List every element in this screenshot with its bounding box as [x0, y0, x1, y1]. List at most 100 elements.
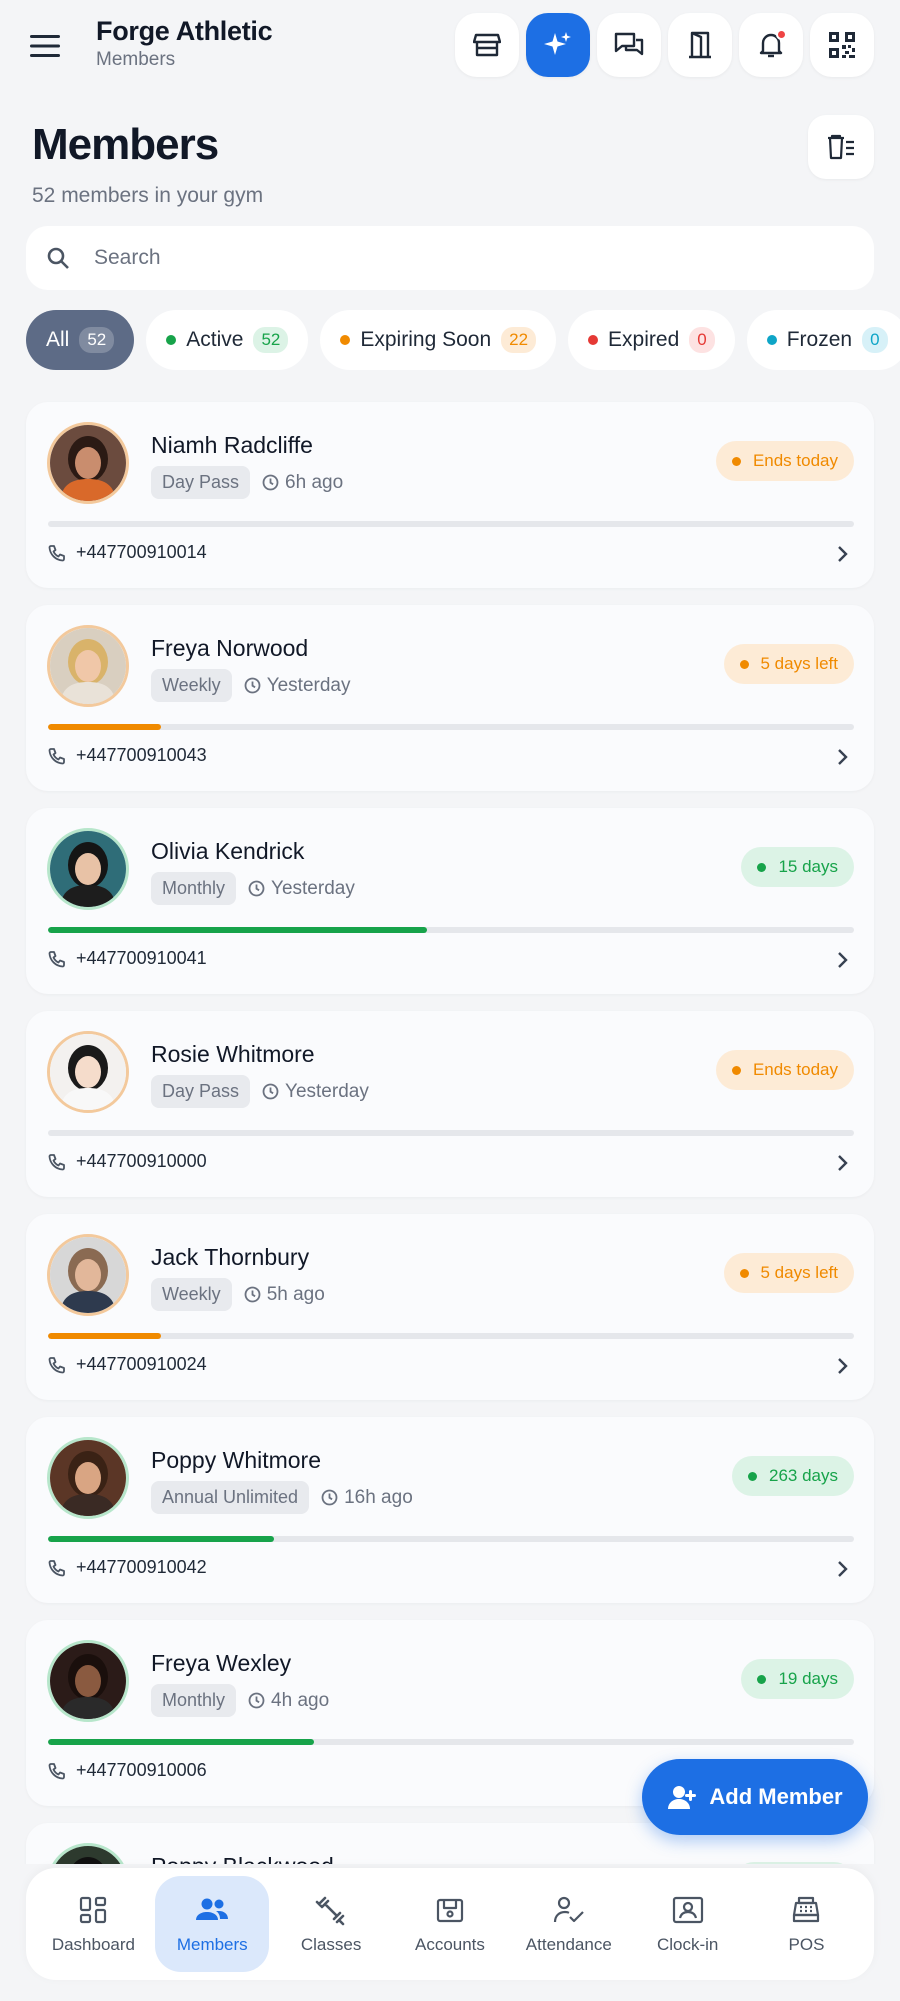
member-meta: Weekly Yesterday: [151, 669, 351, 702]
clock-icon: [262, 1083, 279, 1100]
chevron-right-icon[interactable]: [836, 1154, 848, 1177]
filter-chip-expired[interactable]: Expired 0: [568, 310, 735, 370]
status-dot: [739, 659, 749, 669]
member-card[interactable]: Jack Thornbury Weekly 5h ago 5 days left +44…: [26, 1214, 874, 1400]
membership-progress-bar: [48, 521, 854, 527]
add-person-icon: [668, 1786, 697, 1809]
search-input[interactable]: [94, 246, 794, 270]
avatar: [47, 1234, 129, 1316]
clock-icon: [248, 1692, 265, 1709]
avatar: [47, 1640, 129, 1722]
avatar: [47, 828, 129, 910]
member-meta: Annual Unlimited 16h ago: [151, 1481, 413, 1514]
last-seen-text: Yesterday: [285, 1080, 369, 1102]
qr-code-icon[interactable]: [810, 13, 874, 77]
clock-in-icon: [672, 1893, 704, 1927]
register-icon: [791, 1893, 821, 1927]
phone-number: +447700910043: [76, 745, 207, 765]
member-card[interactable]: Niamh Radcliffe Day Pass 6h ago Ends today +…: [26, 402, 874, 588]
last-seen: 16h ago: [321, 1487, 413, 1509]
menu-icon[interactable]: [22, 26, 68, 66]
phone-icon: [48, 1153, 65, 1170]
filter-chip-active[interactable]: Active 52: [146, 310, 309, 370]
bell-icon[interactable]: [739, 13, 803, 77]
chip-count: 52: [253, 327, 289, 353]
chevron-right-icon[interactable]: [836, 545, 848, 568]
chevron-right-icon[interactable]: [836, 951, 848, 974]
member-name: Poppy Whitmore: [151, 1447, 322, 1473]
dashboard-icon: [78, 1893, 108, 1927]
clear-filter-icon[interactable]: [808, 115, 874, 179]
membership-status-badge: 263 days: [732, 1456, 854, 1496]
chevron-right-icon[interactable]: [836, 1357, 848, 1380]
member-name: Freya Norwood: [151, 635, 309, 661]
chevron-right-icon[interactable]: [836, 748, 848, 771]
chip-count: 0: [689, 327, 715, 353]
filter-chip-all[interactable]: All 52: [26, 310, 135, 370]
nav-item-dashboard[interactable]: Dashboard: [36, 1876, 150, 1972]
chat-icon[interactable]: [597, 13, 661, 77]
avatar: [47, 625, 129, 707]
member-card[interactable]: Poppy Whitmore Annual Unlimited 16h ago 263…: [26, 1417, 874, 1603]
clock-icon: [321, 1489, 338, 1506]
nav-item-members[interactable]: Members: [155, 1876, 270, 1972]
phone-number: +447700910000: [76, 1151, 207, 1171]
member-name: Olivia Kendrick: [151, 838, 305, 864]
filter-chip-expiring-soon[interactable]: Expiring Soon 22: [320, 310, 557, 370]
add-member-button[interactable]: Add Member: [642, 1759, 868, 1835]
status-dot: [757, 1674, 767, 1684]
status-dot: [588, 335, 599, 345]
last-seen: Yesterday: [248, 878, 355, 900]
chip-count: 52: [79, 327, 115, 353]
filter-chip-frozen[interactable]: Frozen 0: [746, 310, 900, 370]
clock-icon: [248, 880, 265, 897]
member-card[interactable]: Freya Norwood Weekly Yesterday 5 days left +…: [26, 605, 874, 791]
nav-item-attendance[interactable]: Attendance: [512, 1876, 626, 1972]
page-header: Members 52 members in your gym: [32, 120, 263, 208]
plan-badge: Annual Unlimited: [151, 1481, 310, 1514]
membership-status-badge: Ends today: [715, 1050, 854, 1090]
member-card[interactable]: Rosie Whitmore Day Pass Yesterday Ends toda…: [26, 1011, 874, 1197]
search-bar[interactable]: [26, 226, 874, 290]
last-seen-text: Yesterday: [266, 674, 351, 696]
progress-fill: [48, 1536, 274, 1542]
nav-label: Attendance: [525, 1935, 612, 1954]
nav-item-pos[interactable]: POS: [749, 1876, 863, 1972]
brand: Forge Athletic Members: [96, 16, 273, 71]
ai-sparkle-icon[interactable]: [526, 13, 590, 77]
dumbbell-icon: [315, 1893, 347, 1927]
nav-label: Members: [176, 1935, 248, 1954]
member-name: Niamh Radcliffe: [151, 432, 313, 458]
nav-item-classes[interactable]: Classes: [274, 1876, 388, 1972]
membership-progress-bar: [48, 1739, 854, 1745]
nav-item-clock-in[interactable]: Clock-in: [631, 1876, 745, 1972]
top-actions: [455, 13, 874, 77]
plan-badge: Monthly: [151, 872, 237, 905]
avatar: [47, 1437, 129, 1519]
status-filter-chips: All 52 Active 52 Expiring Soon 22 Expired 0 Froz…: [26, 310, 900, 370]
nav-item-accounts[interactable]: Accounts: [393, 1876, 507, 1972]
member-meta: Day Pass Yesterday: [151, 1075, 369, 1108]
member-phone: +447700910006: [48, 1760, 207, 1781]
phone-number: +447700910041: [76, 948, 207, 968]
member-card[interactable]: Olivia Kendrick Monthly Yesterday 15 days +4…: [26, 808, 874, 994]
phone-icon: [48, 1762, 65, 1779]
progress-fill: [48, 927, 427, 933]
phone-icon: [48, 1356, 65, 1373]
status-dot: [757, 862, 767, 872]
phone-icon: [48, 1559, 65, 1576]
chip-count: 0: [862, 327, 888, 353]
member-meta: Day Pass 6h ago: [151, 466, 343, 499]
member-meta: Monthly Yesterday: [151, 872, 355, 905]
progress-fill: [48, 724, 161, 730]
membership-status-badge: Ends today: [715, 441, 854, 481]
member-phone: +447700910043: [48, 745, 207, 766]
phone-icon: [48, 747, 65, 764]
membership-progress-bar: [48, 724, 854, 730]
chevron-right-icon[interactable]: [836, 1560, 848, 1583]
status-dot: [731, 1065, 741, 1075]
status-text: Ends today: [752, 1060, 838, 1079]
last-seen-text: 6h ago: [285, 471, 344, 493]
door-icon[interactable]: [668, 13, 732, 77]
store-icon[interactable]: [455, 13, 519, 77]
